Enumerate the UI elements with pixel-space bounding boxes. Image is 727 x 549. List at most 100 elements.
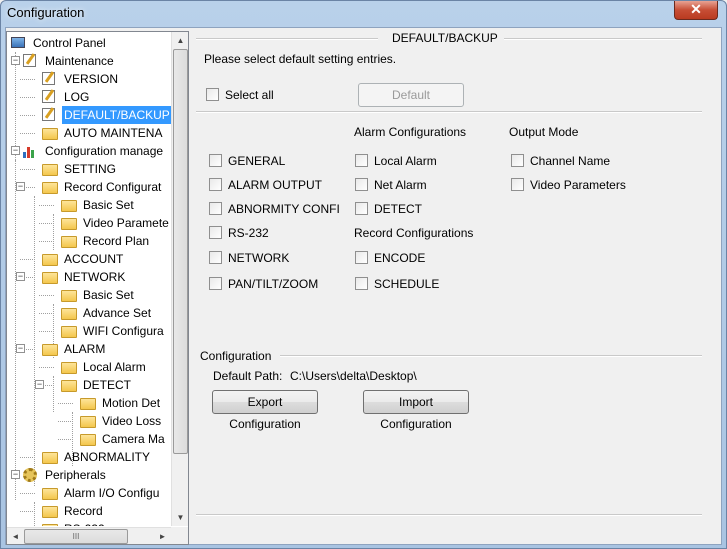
collapse-toggle[interactable]: − [11, 470, 20, 479]
tree-item-label: Control Panel [33, 36, 106, 50]
folder-icon [80, 414, 96, 428]
tree-item-label: AUTO MAINTENA [64, 126, 163, 140]
tree-item[interactable]: Basic Set [7, 196, 171, 214]
tree-item[interactable]: Control Panel [7, 34, 171, 52]
tree-item[interactable]: LOG [7, 88, 171, 106]
setting-option-checkbox[interactable] [209, 178, 222, 191]
collapse-toggle[interactable]: − [35, 380, 44, 389]
tree-item[interactable]: Video Paramete [7, 214, 171, 232]
setting-option-checkbox[interactable] [209, 154, 222, 167]
setting-option-label: RS-232 [228, 226, 269, 240]
tree-item[interactable]: Record [7, 502, 171, 520]
vertical-scroll-thumb[interactable] [173, 49, 188, 454]
section-divider [196, 111, 702, 113]
tree-item[interactable]: WIFI Configura [7, 322, 171, 340]
chart-icon [23, 144, 39, 158]
setting-option-checkbox[interactable] [209, 226, 222, 239]
setting-option-checkbox[interactable] [209, 202, 222, 215]
tree-item[interactable]: ACCOUNT [7, 250, 171, 268]
tree-item[interactable]: Record Plan [7, 232, 171, 250]
tree-item[interactable]: − ALARM [7, 340, 171, 358]
output-option-checkbox[interactable] [511, 154, 524, 167]
tree-item-label: ALARM [64, 342, 106, 356]
collapse-toggle[interactable]: − [16, 182, 25, 191]
group-divider-left [196, 38, 378, 40]
note-icon [42, 72, 58, 86]
tree-item[interactable]: RS-232 [7, 520, 171, 526]
output-option-checkbox[interactable] [511, 178, 524, 191]
tree-item-label: Alarm I/O Configu [64, 486, 160, 500]
tree-item[interactable]: Basic Set [7, 286, 171, 304]
alarm-option-label: Local Alarm [374, 154, 437, 168]
tree-item-label: Video Loss [102, 414, 162, 428]
scroll-left-arrow[interactable]: ◄ [7, 528, 24, 545]
tree-connector [20, 457, 35, 458]
tree-connector [39, 313, 54, 314]
setting-option-checkbox[interactable] [209, 251, 222, 264]
tree-item[interactable]: − Configuration manage [7, 142, 171, 160]
output-mode-header: Output Mode [509, 125, 579, 139]
tree-item[interactable]: Alarm I/O Configu [7, 484, 171, 502]
scroll-down-arrow[interactable]: ▼ [172, 509, 189, 526]
export-configuration-button[interactable]: Export Configuration [212, 390, 318, 431]
alarm-option-checkbox[interactable] [355, 202, 368, 215]
client-area: Control Panel − Maintenance VERSION LOG DEFAU… [5, 27, 722, 545]
tree-item-label: Configuration manage [45, 144, 164, 158]
collapse-toggle[interactable]: − [16, 272, 25, 281]
tree-vertical-scrollbar[interactable]: ▲ ▼ [171, 32, 188, 526]
record-option-checkbox[interactable] [355, 277, 368, 290]
scroll-up-arrow[interactable]: ▲ [172, 32, 189, 49]
import-configuration-button[interactable]: Import Configuration [363, 390, 469, 431]
horizontal-scroll-thumb[interactable]: III [24, 529, 128, 544]
scroll-right-arrow[interactable]: ► [154, 528, 171, 545]
tree-item[interactable]: Advance Set [7, 304, 171, 322]
tree-item[interactable]: − DETECT [7, 376, 171, 394]
tree-item[interactable]: − Maintenance [7, 52, 171, 70]
close-button[interactable]: ✕ [674, 1, 718, 20]
tree-item[interactable]: SETTING [7, 160, 171, 178]
folder-icon [42, 504, 58, 518]
tree-item[interactable]: − Record Configurat [7, 178, 171, 196]
tree-item[interactable]: Camera Ma [7, 430, 171, 448]
configuration-section-title: Configuration [200, 349, 272, 363]
collapse-toggle[interactable]: − [11, 146, 20, 155]
select-all-checkbox[interactable] [206, 88, 219, 101]
output-option-label: Video Parameters [530, 178, 626, 192]
folder-icon [61, 360, 77, 374]
tree-connector [20, 115, 35, 116]
setting-option-label: ALARM OUTPUT [228, 178, 323, 192]
default-path-label: Default Path: [213, 369, 283, 383]
setting-option-label: PAN/TILT/ZOOM [228, 277, 319, 291]
tree-connector [20, 493, 35, 494]
tree-item[interactable]: − Peripherals [7, 466, 171, 484]
tree-item-label: RS-232 [62, 520, 107, 526]
note-icon [23, 54, 39, 68]
record-option-checkbox[interactable] [355, 251, 368, 264]
tree-item[interactable]: VERSION [7, 70, 171, 88]
tree-item[interactable]: Local Alarm [7, 358, 171, 376]
tree-horizontal-scrollbar[interactable]: ◄ III ► [7, 527, 171, 544]
folder-icon [61, 198, 77, 212]
folder-icon [42, 180, 58, 194]
folder-icon [42, 252, 58, 266]
tree-item[interactable]: ABNORMALITY [7, 448, 171, 466]
tree-connector [58, 421, 73, 422]
tree-item-label: NETWORK [64, 270, 126, 284]
folder-icon [42, 162, 58, 176]
tree-item[interactable]: Motion Det [7, 394, 171, 412]
folder-icon [42, 126, 58, 140]
default-button[interactable]: Default [358, 83, 464, 107]
bottom-divider [196, 514, 702, 516]
collapse-toggle[interactable]: − [16, 344, 25, 353]
tree-connector [58, 403, 73, 404]
setting-option-checkbox[interactable] [209, 277, 222, 290]
tree-item[interactable]: − NETWORK [7, 268, 171, 286]
tree-item[interactable]: Video Loss [7, 412, 171, 430]
tree-item[interactable]: AUTO MAINTENA [7, 124, 171, 142]
alarm-option-label: DETECT [374, 202, 422, 216]
tree-connector [39, 241, 54, 242]
collapse-toggle[interactable]: − [11, 56, 20, 65]
tree-item[interactable]: DEFAULT/BACKUP [7, 106, 171, 124]
alarm-option-checkbox[interactable] [355, 178, 368, 191]
alarm-option-checkbox[interactable] [355, 154, 368, 167]
